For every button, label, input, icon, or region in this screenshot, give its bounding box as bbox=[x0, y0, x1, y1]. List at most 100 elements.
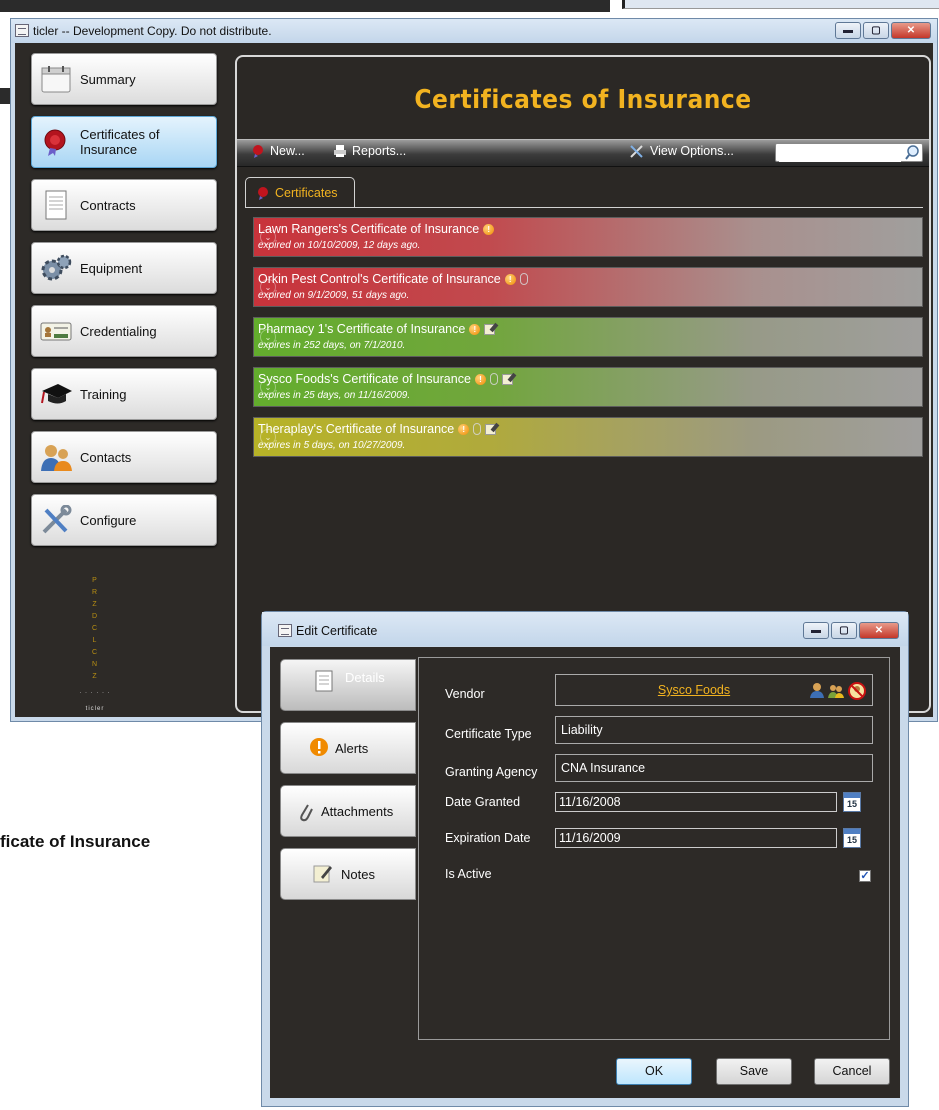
ok-button[interactable]: OK bbox=[616, 1058, 692, 1085]
sidebar-item-configure[interactable]: Configure bbox=[31, 494, 217, 546]
dialog-body: Details Alerts Attachments Notes Vendor … bbox=[270, 647, 900, 1098]
page-title: Certificates of Insurance bbox=[414, 85, 752, 115]
calendar-icon[interactable]: 15 bbox=[843, 792, 861, 812]
printer-icon bbox=[334, 145, 346, 157]
is-active-label: Is Active bbox=[445, 867, 492, 881]
person-search-icon[interactable] bbox=[810, 682, 824, 698]
is-active-checkbox[interactable]: ✓ bbox=[859, 870, 871, 882]
view-options-button[interactable]: View Options... bbox=[629, 144, 734, 158]
view-options-label: View Options... bbox=[650, 144, 734, 158]
sidebar-item-label: Contacts bbox=[80, 449, 132, 465]
search-icon[interactable] bbox=[905, 145, 920, 160]
list-item[interactable]: ⌄ Orkin Pest Control's Certificate of In… bbox=[253, 267, 923, 307]
main-titlebar[interactable]: ticler -- Development Copy. Do not distr… bbox=[11, 19, 937, 43]
toolbar: New... Reports... View Options... bbox=[237, 139, 929, 167]
vendor-link[interactable]: Sysco Foods bbox=[658, 683, 730, 697]
alert-icon: ! bbox=[458, 423, 470, 435]
close-button[interactable]: ✕ bbox=[859, 622, 899, 639]
close-button[interactable]: ✕ bbox=[891, 22, 931, 39]
background-window-edge-right bbox=[622, 0, 939, 9]
people-icon bbox=[41, 445, 72, 471]
tools-icon bbox=[630, 145, 643, 158]
note-icon bbox=[484, 323, 496, 335]
reports-button-label: Reports... bbox=[352, 144, 407, 158]
date-granted-input[interactable]: 11/16/2008 bbox=[555, 792, 837, 812]
tab-alerts[interactable]: Alerts bbox=[280, 722, 416, 774]
alert-icon: ! bbox=[474, 373, 486, 385]
certificate-list: ⌄ Lawn Rangers's Certificate of Insuranc… bbox=[253, 217, 923, 467]
sidebar-item-contracts[interactable]: Contracts bbox=[31, 179, 217, 231]
sidebar-item-label: Equipment bbox=[80, 260, 143, 276]
minimize-button[interactable]: ▬ bbox=[803, 622, 829, 639]
tab-label: Certificates bbox=[275, 185, 338, 200]
tab-label: Alerts bbox=[335, 740, 369, 756]
id-card-icon bbox=[40, 322, 72, 341]
tab-notes[interactable]: Notes bbox=[280, 848, 416, 900]
gear-icon bbox=[41, 254, 72, 281]
calendar-icon[interactable]: 15 bbox=[843, 828, 861, 848]
expiration-date-label: Expiration Date bbox=[445, 831, 531, 845]
sidebar-item-equipment[interactable]: Equipment bbox=[31, 242, 217, 294]
new-button[interactable]: New... bbox=[251, 144, 305, 158]
granting-agency-field[interactable]: CNA Insurance bbox=[555, 754, 873, 782]
certificate-type-label: Certificate Type bbox=[445, 727, 532, 741]
minimize-button[interactable]: ▬ bbox=[835, 22, 861, 39]
tools-icon bbox=[42, 505, 72, 534]
search-input[interactable] bbox=[779, 145, 901, 162]
edit-certificate-dialog: Edit Certificate ▬ ▢ ✕ Details Alerts At… bbox=[261, 611, 909, 1107]
sidebar-item-label: Certificates of Insurance bbox=[80, 127, 160, 157]
new-button-label: New... bbox=[270, 144, 305, 158]
sidebar-item-training[interactable]: Training bbox=[31, 368, 217, 420]
item-subtitle: expires in 25 days, on 11/16/2009. bbox=[258, 390, 411, 401]
attachment-icon bbox=[519, 273, 528, 285]
search-box bbox=[775, 143, 923, 162]
list-item[interactable]: ⌄ Lawn Rangers's Certificate of Insuranc… bbox=[253, 217, 923, 257]
people-icon[interactable] bbox=[828, 682, 844, 698]
maximize-button[interactable]: ▢ bbox=[863, 22, 889, 39]
dialog-title: Edit Certificate bbox=[296, 624, 378, 638]
calendar-day: 15 bbox=[846, 835, 857, 845]
item-title: Lawn Rangers's Certificate of Insurance bbox=[258, 222, 480, 236]
item-title: Pharmacy 1's Certificate of Insurance bbox=[258, 322, 466, 336]
item-subtitle: expired on 9/1/2009, 51 days ago. bbox=[258, 290, 410, 301]
sidebar-item-label: Training bbox=[80, 386, 127, 402]
document-icon bbox=[45, 190, 67, 220]
logo-text: ticler bbox=[85, 706, 105, 712]
sidebar-item-certificates[interactable]: Certificates of Insurance bbox=[31, 116, 217, 168]
date-granted-label: Date Granted bbox=[445, 795, 521, 809]
maximize-button[interactable]: ▢ bbox=[831, 622, 857, 639]
seal-icon bbox=[44, 129, 66, 156]
sidebar-item-label: Summary bbox=[80, 71, 136, 87]
tab-certificates[interactable]: Certificates bbox=[245, 177, 355, 207]
certificate-type-field[interactable]: Liability bbox=[555, 716, 873, 744]
note-icon bbox=[501, 373, 513, 385]
tab-details[interactable]: Details bbox=[280, 659, 416, 711]
sidebar-item-summary[interactable]: Summary bbox=[31, 53, 217, 105]
alert-icon: ! bbox=[469, 323, 481, 335]
reports-button[interactable]: Reports... bbox=[333, 144, 406, 158]
vendor-field: Sysco Foods bbox=[555, 674, 873, 706]
sidebar-item-credentialing[interactable]: Credentialing bbox=[31, 305, 217, 357]
clear-vendor-icon[interactable] bbox=[848, 682, 866, 700]
ticler-logo: PRZDCLCNZ · · · · · · ticler bbox=[75, 575, 115, 715]
list-item[interactable]: ⌄ Sysco Foods's Certificate of Insurance… bbox=[253, 367, 923, 407]
list-item[interactable]: ⌄ Theraplay's Certificate of Insurance! … bbox=[253, 417, 923, 457]
cancel-button[interactable]: Cancel bbox=[814, 1058, 890, 1085]
window-title: ticler -- Development Copy. Do not distr… bbox=[33, 24, 272, 38]
vendor-label: Vendor bbox=[445, 687, 485, 701]
sidebar-item-label: Contracts bbox=[80, 197, 136, 213]
save-button[interactable]: Save bbox=[716, 1058, 792, 1085]
expiration-date-input[interactable]: 11/16/2009 bbox=[555, 828, 837, 848]
paperclip-icon bbox=[300, 804, 313, 822]
tab-attachments[interactable]: Attachments bbox=[280, 785, 416, 837]
dialog-footer: OK Save Cancel bbox=[270, 1058, 900, 1088]
sidebar-item-label: Configure bbox=[80, 512, 137, 528]
sidebar-item-contacts[interactable]: Contacts bbox=[31, 431, 217, 483]
tab-label: Details bbox=[345, 670, 385, 685]
dialog-titlebar[interactable]: Edit Certificate ▬ ▢ ✕ bbox=[262, 612, 908, 646]
item-title: Theraplay's Certificate of Insurance bbox=[258, 422, 455, 436]
list-item[interactable]: ⌄ Pharmacy 1's Certificate of Insurance!… bbox=[253, 317, 923, 357]
item-subtitle: expires in 252 days, on 7/1/2010. bbox=[258, 340, 406, 351]
item-subtitle: expires in 5 days, on 10/27/2009. bbox=[258, 440, 406, 451]
alert-icon: ! bbox=[483, 223, 495, 235]
